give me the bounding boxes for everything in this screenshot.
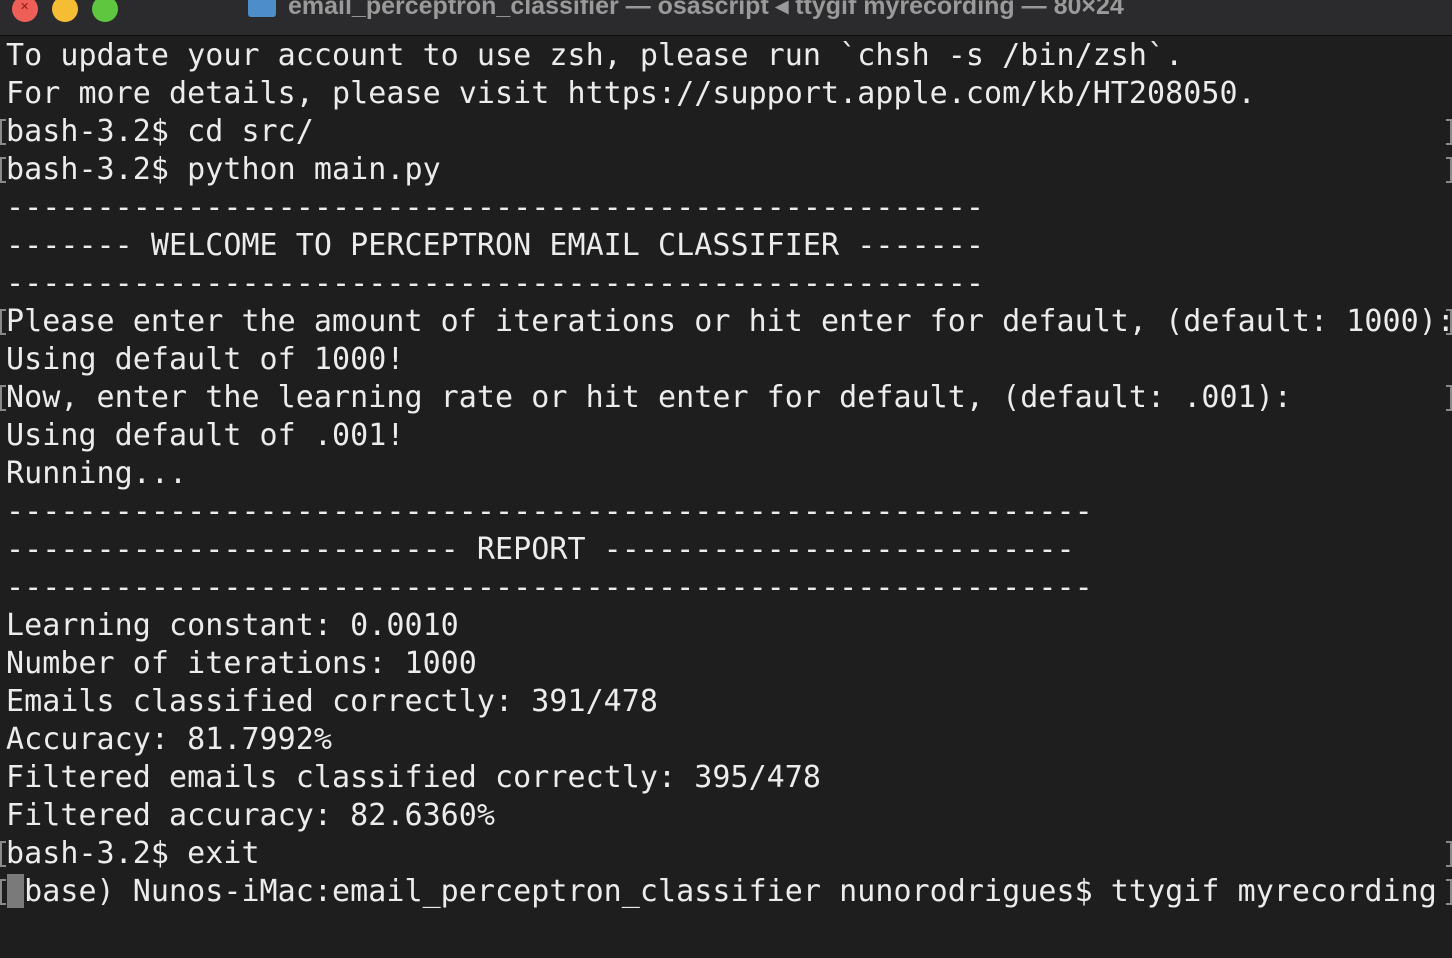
terminal-line: bash-3.2$ python main.py: [6, 152, 441, 187]
terminal-line: Filtered accuracy: 82.6360%: [6, 798, 496, 833]
terminal-line: Now, enter the learning rate or hit ente…: [6, 380, 1292, 415]
zoom-button[interactable]: [92, 0, 118, 22]
terminal-line: (base) Nunos-iMac:email_perceptron_class…: [6, 874, 1437, 909]
terminal-line: For more details, please visit https://s…: [6, 76, 1256, 111]
terminal-window: ✕ email_perceptron_classifier — osascrip…: [0, 0, 1452, 958]
terminal-output[interactable]: To update your account to use zsh, pleas…: [0, 37, 1452, 958]
mark-bracket: [1446, 157, 1452, 183]
terminal-line: Filtered emails classified correctly: 39…: [6, 760, 822, 795]
minimize-button[interactable]: [52, 0, 78, 22]
folder-icon: [248, 0, 276, 17]
terminal-line: ------- WELCOME TO PERCEPTRON EMAIL CLAS…: [6, 228, 985, 263]
terminal-line: Please enter the amount of iterations or…: [6, 304, 1452, 339]
mark-bracket: [1446, 309, 1452, 335]
terminal-line: Using default of .001!: [6, 418, 405, 453]
terminal-line: ----------------------------------------…: [6, 570, 1093, 605]
terminal-line: Learning constant: 0.0010: [6, 608, 459, 643]
window-title-text: email_perceptron_classifier — osascript …: [288, 0, 1124, 20]
terminal-line: Accuracy: 81.7992%: [6, 722, 333, 757]
terminal-line: ----------------------------------------…: [6, 494, 1093, 529]
title-bar[interactable]: ✕ email_perceptron_classifier — osascrip…: [0, 0, 1452, 36]
terminal-line: Number of iterations: 1000: [6, 646, 477, 681]
terminal-line: To update your account to use zsh, pleas…: [6, 38, 1184, 73]
close-icon: ✕: [20, 0, 30, 13]
window-title: email_perceptron_classifier — osascript …: [248, 0, 1124, 20]
terminal-line: bash-3.2$ exit: [6, 836, 260, 871]
terminal-line: Running...: [6, 456, 188, 491]
terminal-line: ----------------------------------------…: [6, 266, 985, 301]
mark-bracket: [1446, 119, 1452, 145]
mark-bracket: [1446, 879, 1452, 905]
close-button[interactable]: ✕: [12, 0, 38, 22]
terminal-line: Using default of 1000!: [6, 342, 405, 377]
terminal-line: ------------------------- REPORT -------…: [6, 532, 1075, 567]
terminal-line: bash-3.2$ cd src/: [6, 114, 314, 149]
text-cursor: [7, 874, 24, 908]
mark-bracket: [1446, 841, 1452, 867]
terminal-line: ----------------------------------------…: [6, 190, 985, 225]
terminal-line: Emails classified correctly: 391/478: [6, 684, 659, 719]
mark-bracket: [1446, 385, 1452, 411]
